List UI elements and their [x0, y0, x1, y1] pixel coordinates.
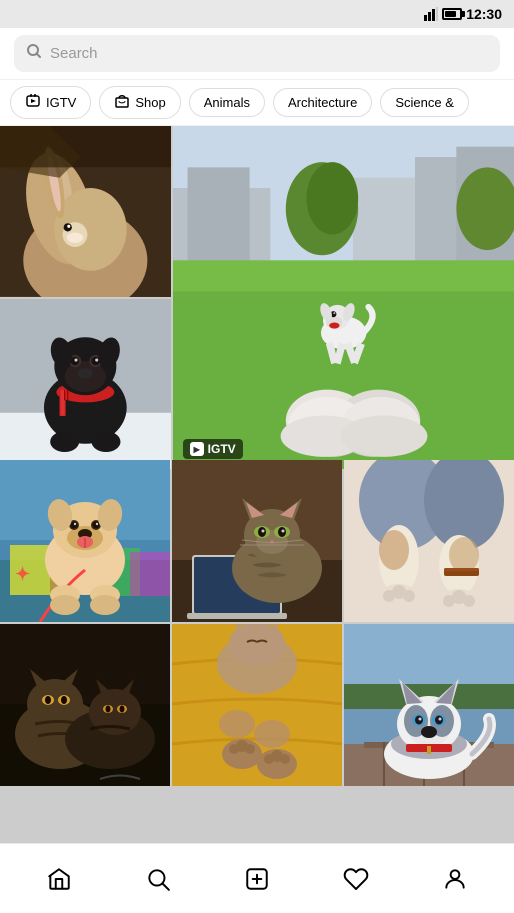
search-bar[interactable]: Search — [0, 28, 514, 80]
igtv-pill-label: IGTV — [46, 95, 76, 110]
grid-row-1: ▶ IGTV — [0, 126, 514, 458]
igtv-badge: ▶ IGTV — [183, 439, 243, 459]
home-icon — [46, 866, 72, 892]
grid-row-3 — [0, 624, 514, 786]
nav-item-add[interactable] — [232, 854, 282, 904]
shop-pill-label: Shop — [135, 95, 165, 110]
status-bar: 12:30 — [0, 0, 514, 28]
status-icons: 12:30 — [424, 6, 502, 22]
filter-pill-igtv[interactable]: IGTV — [10, 86, 91, 119]
grid-cell-rabbit[interactable] — [0, 126, 171, 297]
grid-row-2: ✦ — [0, 460, 514, 622]
filter-bar: IGTV Shop Animals Architecture Science & — [0, 80, 514, 126]
profile-icon — [442, 866, 468, 892]
igtv-pill-icon — [25, 93, 41, 112]
nav-item-profile[interactable] — [430, 854, 480, 904]
grid-cell-cats-cuddle[interactable] — [0, 624, 170, 786]
grid-cell-dog-scarf[interactable] — [0, 299, 171, 470]
filter-pill-animals[interactable]: Animals — [189, 88, 265, 117]
search-bar-inner[interactable]: Search — [14, 35, 500, 72]
architecture-pill-label: Architecture — [288, 95, 357, 110]
grid-cell-dog-feet[interactable] — [344, 460, 514, 622]
search-icon — [26, 43, 42, 64]
nav-item-search[interactable] — [133, 854, 183, 904]
nav-item-activity[interactable] — [331, 854, 381, 904]
battery-icon — [442, 8, 462, 20]
row1-left-stack — [0, 126, 171, 469]
grid-cell-pitbull[interactable]: ✦ — [0, 460, 170, 622]
nav-item-home[interactable] — [34, 854, 84, 904]
grid-cell-husky[interactable] — [344, 624, 514, 786]
svg-text:✦: ✦ — [15, 564, 30, 584]
heart-icon — [343, 866, 369, 892]
signal-icon — [424, 7, 438, 21]
animals-pill-label: Animals — [204, 95, 250, 110]
status-time: 12:30 — [466, 6, 502, 22]
grid-cell-dog-park[interactable]: ▶ IGTV — [173, 126, 514, 469]
shop-pill-icon — [114, 93, 130, 112]
grid-cell-cat-laptop[interactable] — [172, 460, 342, 622]
photo-grid: ▶ IGTV ✦ — [0, 126, 514, 786]
filter-pill-architecture[interactable]: Architecture — [273, 88, 372, 117]
search-nav-icon — [145, 866, 171, 892]
grid-cell-cat-blanket[interactable] — [172, 624, 342, 786]
igtv-logo-icon: ▶ — [190, 442, 204, 456]
add-icon — [244, 866, 270, 892]
science-pill-label: Science & — [395, 95, 454, 110]
igtv-badge-label: IGTV — [208, 442, 236, 456]
search-placeholder: Search — [50, 45, 98, 62]
bottom-nav — [0, 843, 514, 913]
filter-pill-shop[interactable]: Shop — [99, 86, 180, 119]
filter-pill-science[interactable]: Science & — [380, 88, 469, 117]
grid-scroll: ▶ IGTV ✦ — [0, 126, 514, 843]
